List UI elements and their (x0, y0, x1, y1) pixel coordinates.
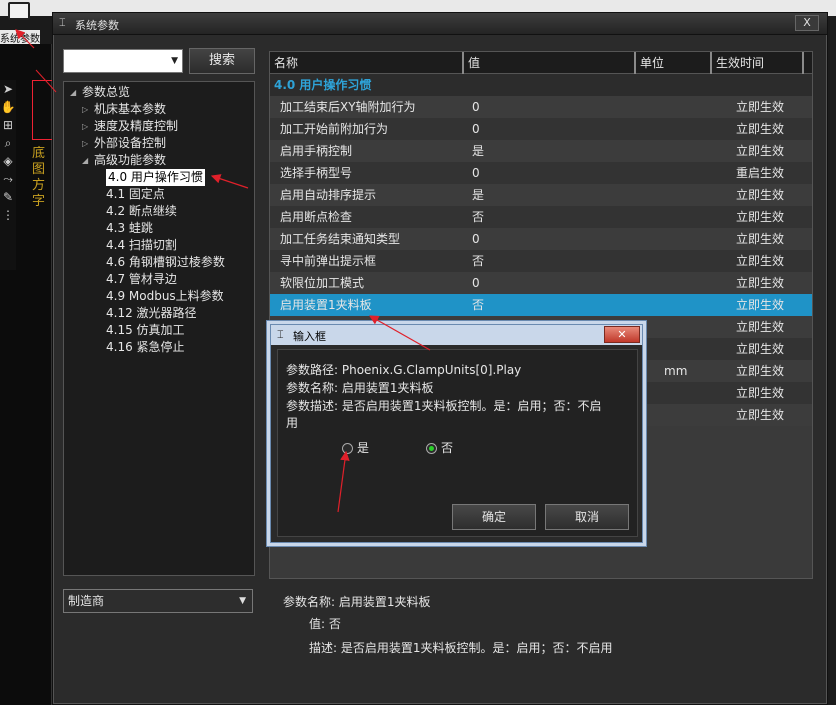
arrow-stub (35, 69, 57, 93)
annotation-arrows (15, 29, 431, 513)
arrow-to-selected-row (368, 315, 431, 351)
arrow-to-tree-item (210, 174, 249, 189)
arrow-to-radio-yes (337, 450, 350, 513)
screen: 系统参数 ➤ ✋ ⊞ ⌕ ◈ ⤳ ✎ ⋮ 底图方字 ⌶ 系统参数 X ▼ 搜索 … (0, 0, 836, 705)
arrow-to-toolbar (15, 29, 35, 49)
